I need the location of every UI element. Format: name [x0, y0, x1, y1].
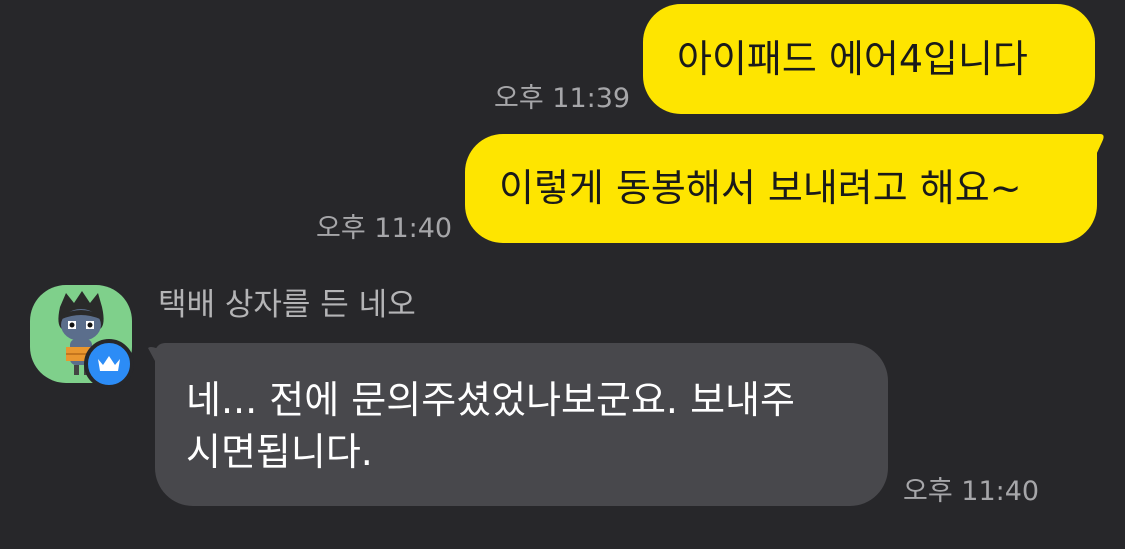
sender-name: 택배 상자를 든 네오 [158, 287, 416, 323]
message-text: 이렇게 동봉해서 보내려고 해요~ [499, 166, 1022, 210]
outgoing-message-bubble[interactable]: 아이패드 에어4입니다 [643, 4, 1095, 114]
message-timestamp: 오후 11:40 [316, 213, 453, 244]
message-timestamp: 오후 11:40 [903, 476, 1040, 507]
incoming-message-bubble[interactable]: 네... 전에 문의주셨었나보군요. 보내주 시면됩니다. [155, 343, 888, 506]
crown-icon [98, 356, 120, 371]
message-timestamp: 오후 11:39 [494, 83, 631, 114]
outgoing-message-bubble[interactable]: 이렇게 동봉해서 보내려고 해요~ [465, 134, 1097, 243]
crown-badge [84, 339, 134, 389]
message-text: 아이패드 에어4입니다 [677, 37, 1028, 81]
bubble-tail [1080, 134, 1104, 168]
message-text-line: 네... 전에 문의주셨었나보군요. 보내주 [186, 378, 795, 422]
message-text-line: 시면됩니다. [186, 430, 373, 474]
